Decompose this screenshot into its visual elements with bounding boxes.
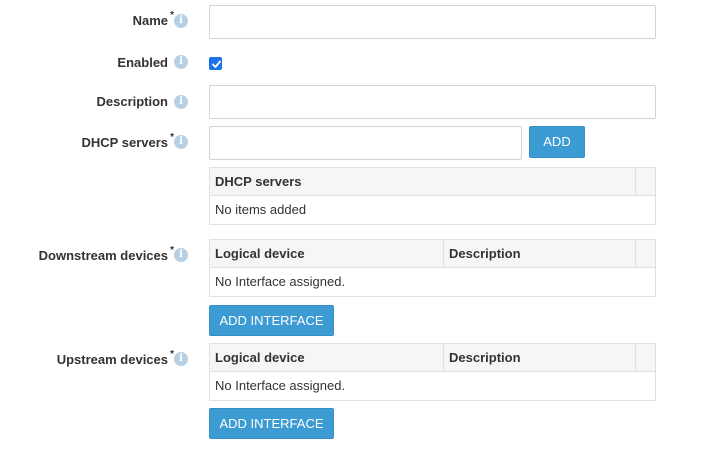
add-upstream-interface-button[interactable]: ADD INTERFACE [209, 408, 334, 439]
description-label: Description [96, 94, 168, 109]
info-icon[interactable]: i [174, 352, 188, 366]
info-icon[interactable]: i [174, 55, 188, 69]
upstream-devices-label: Upstream devices * [56, 349, 174, 367]
info-icon[interactable]: i [174, 95, 188, 109]
empty-message: No items added [215, 202, 307, 217]
dhcp-servers-table: DHCP servers No items added [209, 167, 656, 225]
upstream-devices-table: Logical device Description No Interface … [209, 343, 656, 401]
empty-message: No Interface assigned. [215, 378, 346, 393]
empty-message: No Interface assigned. [215, 274, 346, 289]
checkmark-icon [212, 60, 221, 68]
column-header-logical-device: Logical device [210, 344, 444, 371]
add-dhcp-server-button[interactable]: ADD [529, 126, 585, 158]
column-header-dhcp-servers: DHCP servers [210, 168, 636, 195]
info-icon[interactable]: i [174, 14, 188, 28]
downstream-devices-table: Logical device Description No Interface … [209, 239, 656, 297]
table-header: Logical device Description [210, 344, 655, 372]
name-input[interactable] [209, 5, 656, 39]
column-header-description: Description [444, 240, 636, 267]
downstream-devices-label: Downstream devices * [38, 245, 174, 263]
table-header: DHCP servers [210, 168, 655, 196]
column-header-logical-device: Logical device [210, 240, 444, 267]
add-downstream-interface-button[interactable]: ADD INTERFACE [209, 305, 334, 336]
enabled-checkbox[interactable] [209, 57, 222, 70]
column-header-description: Description [444, 344, 636, 371]
dhcp-server-input[interactable] [209, 126, 522, 160]
table-header: Logical device Description [210, 240, 655, 268]
enabled-label: Enabled [117, 55, 168, 70]
description-input[interactable] [209, 85, 656, 119]
dhcp-servers-label: DHCP servers * [81, 132, 174, 150]
info-icon[interactable]: i [174, 135, 188, 149]
info-icon[interactable]: i [174, 248, 188, 262]
name-label: Name * [132, 10, 174, 28]
